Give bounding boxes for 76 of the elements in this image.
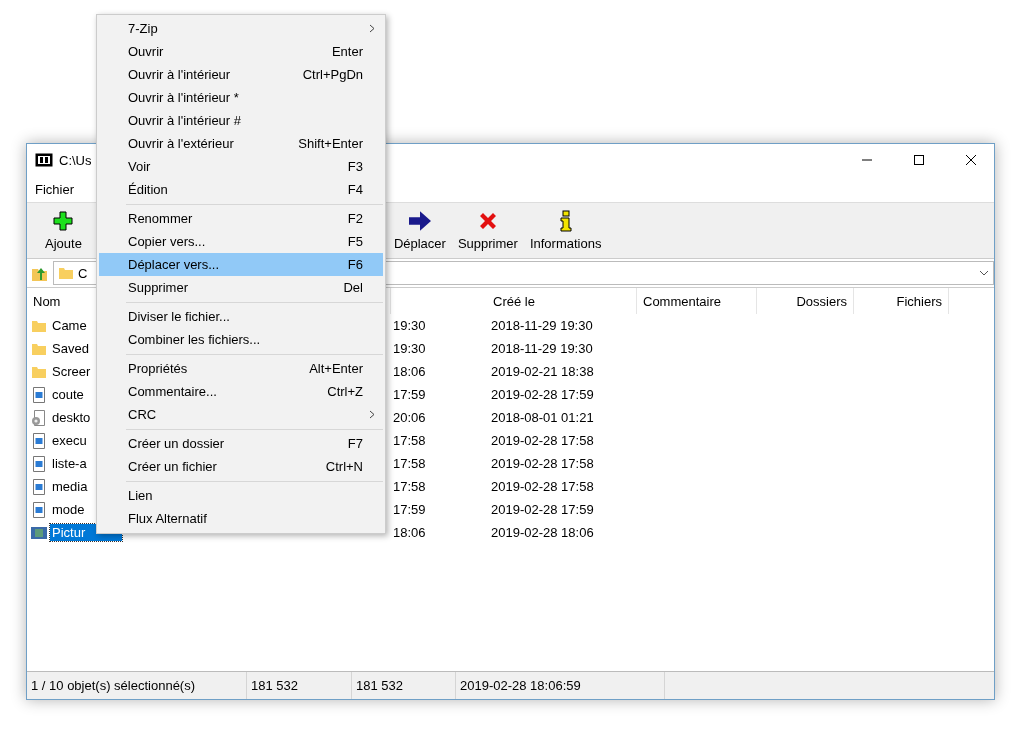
table-cell-text: 2018-11-29 19:30 [490,318,594,333]
context-menu-item[interactable]: Renommer F2 [99,207,383,230]
table-cell-text: 19:30 [392,341,427,356]
context-menu-item[interactable]: Ouvrir à l'intérieur * [99,86,383,109]
context-menu-item[interactable]: 7-Zip [99,17,383,40]
table-cell-text: 2018-11-29 19:30 [490,341,594,356]
table-cell-text: 17:58 [392,479,427,494]
image-file-icon [31,386,47,403]
toolbar-button[interactable]: Informations [523,203,608,258]
file-name[interactable]: media [50,478,90,495]
context-menu-item[interactable]: Diviser le fichier... [99,305,383,328]
context-menu-item[interactable]: Créer un fichier Ctrl+N [99,455,383,478]
status-bar-cell: 2019-02-28 18:06:59 [456,672,665,699]
file-name[interactable]: Saved [50,340,91,357]
context-menu-item[interactable]: Ouvrir à l'extérieur Shift+Enter [99,132,383,155]
context-menu-item[interactable]: Ouvrir à l'intérieur Ctrl+PgDn [99,63,383,86]
image-file-icon [31,478,47,495]
file-name[interactable]: Came [50,317,89,334]
file-name[interactable]: liste-a [50,455,89,472]
plus-icon [52,210,75,232]
file-name[interactable]: Screer [50,363,93,380]
toolbar-button[interactable]: Supprimer [451,203,524,258]
context-menu-item[interactable]: Copier vers... F5 [99,230,383,253]
table-cell-text: 2019-02-28 17:59 [490,387,595,402]
context-menu-item[interactable]: Combiner les fichiers... [99,328,383,351]
app-logo-icon [35,153,53,167]
maximize-icon [913,154,925,166]
table-cell-text: 2019-02-28 17:58 [490,433,595,448]
toolbar-button[interactable]: Ajoute [39,203,88,258]
status-bar-cell: 181 532 [352,672,456,699]
context-menu-item[interactable]: Lien [99,484,383,507]
table-cell-text: 17:58 [392,456,427,471]
context-menu-item[interactable]: Créer un dossier F7 [99,432,383,455]
context-menu-item[interactable]: Commentaire... Ctrl+Z [99,380,383,403]
close-icon [965,154,977,166]
image-file-icon [31,432,47,449]
column-header[interactable]: Créé le [487,288,637,314]
table-cell-text: 19:30 [392,318,427,333]
table-cell-text: 18:06 [392,364,427,379]
image-file-icon [31,501,47,518]
table-cell-text: 2019-02-21 18:38 [490,364,595,379]
status-bar-cell: 181 532 [247,672,352,699]
table-cell-text: 17:59 [392,502,427,517]
picture-file-icon [31,524,47,541]
table-cell-text: 17:58 [392,433,427,448]
toolbar-button[interactable]: Déplacer [387,203,452,258]
column-header[interactable]: Fichiers [854,288,949,314]
table-cell-text: 2019-02-28 18:06 [490,525,595,540]
folder-icon [58,265,74,281]
arrow-right-icon [408,210,431,232]
chevron-down-icon[interactable] [979,269,989,277]
context-menu-item[interactable]: Déplacer vers... F6 [99,253,383,276]
file-name[interactable]: mode [50,501,87,518]
context-menu-item[interactable]: Propriétés Alt+Enter [99,357,383,380]
file-name[interactable]: coute [50,386,86,403]
file-name[interactable]: deskto [50,409,93,426]
table-cell-text: 2018-08-01 01:21 [490,410,595,425]
settings-file-icon [31,409,47,426]
context-menu-item[interactable]: Ouvrir Enter [99,40,383,63]
table-cell-text: 2019-02-28 17:58 [490,479,595,494]
context-menu-item[interactable]: Ouvrir à l'intérieur # [99,109,383,132]
column-header[interactable]: Dossiers [757,288,854,314]
image-file-icon [31,455,47,472]
table-cell-text: 20:06 [392,410,427,425]
menu-bar-item[interactable]: Fichier [33,181,76,197]
file-name[interactable]: execu [50,432,89,449]
table-cell-text: 17:59 [392,387,427,402]
table-cell-text: 2019-02-28 17:59 [490,502,595,517]
window-title: C:\Us [59,152,92,168]
context-menu-item[interactable]: Édition F4 [99,178,383,201]
context-menu-item[interactable]: CRC [99,403,383,426]
status-bar-cell: 1 / 10 objet(s) sélectionné(s) [27,672,247,699]
table-cell-text: 18:06 [392,525,427,540]
column-header[interactable]: Commentaire [637,288,757,314]
table-cell-text: 2019-02-28 17:58 [490,456,595,471]
context-menu-item[interactable]: Voir F3 [99,155,383,178]
